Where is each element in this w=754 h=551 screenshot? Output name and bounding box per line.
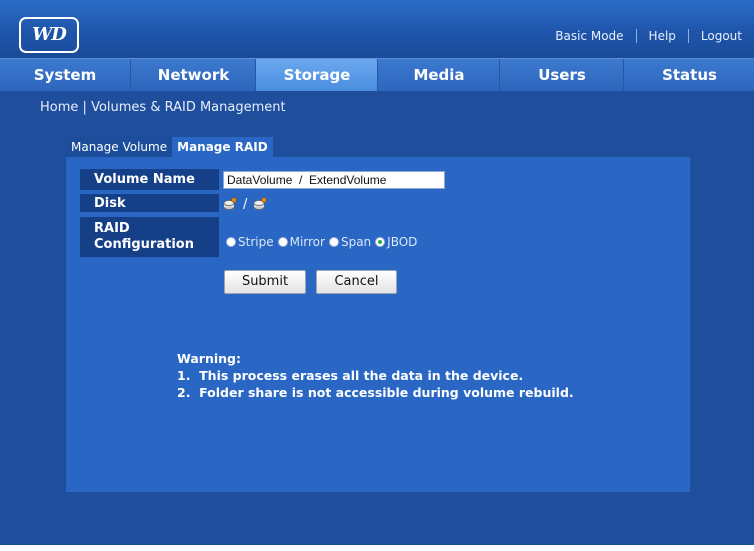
radio-label: JBOD <box>387 235 418 249</box>
raid-configuration-label-cell: RAID Configuration <box>80 217 219 257</box>
raid-configuration-label: RAID Configuration <box>94 221 194 253</box>
raid-option-mirror[interactable]: Mirror <box>277 235 325 249</box>
nav-media[interactable]: Media <box>377 59 500 91</box>
submit-button[interactable]: Submit <box>224 270 306 294</box>
volume-name-field[interactable] <box>223 171 445 189</box>
manage-raid-panel: Volume Name Disk / <box>66 157 690 492</box>
main-nav: System Network Storage Media Users Statu… <box>0 58 754 91</box>
radio-button[interactable] <box>277 237 288 247</box>
radio-button[interactable] <box>328 237 339 247</box>
raid-options: Stripe Mirror Span JBOD <box>226 235 421 249</box>
header-bar: WD Basic Mode Help Logout <box>0 0 754 58</box>
cancel-button[interactable]: Cancel <box>316 270 397 294</box>
breadcrumb-current[interactable]: Volumes & RAID Management <box>91 100 286 115</box>
help-link[interactable]: Help <box>635 29 688 43</box>
disk-label-cell: Disk <box>80 194 219 212</box>
radio-button-selected[interactable] <box>375 237 386 247</box>
disk-label: Disk <box>94 196 126 211</box>
warning-line-1: 1. This process erases all the data in t… <box>177 368 524 383</box>
logout-link[interactable]: Logout <box>687 29 754 43</box>
app-window: WD Basic Mode Help Logout System Network… <box>0 0 754 551</box>
raid-option-stripe[interactable]: Stripe <box>226 235 274 249</box>
top-links: Basic Mode Help Logout <box>543 25 754 47</box>
warning-line-2: 2. Folder share is not accessible during… <box>177 385 574 400</box>
raid-option-span[interactable]: Span <box>328 235 372 249</box>
breadcrumb-home[interactable]: Home <box>40 100 78 115</box>
nav-system[interactable]: System <box>0 59 130 91</box>
radio-label: Span <box>340 235 372 249</box>
breadcrumb: Home | Volumes & RAID Management <box>40 100 286 115</box>
tab-manage-volume[interactable]: Manage Volume <box>66 137 173 157</box>
volume-name-label: Volume Name <box>94 172 195 187</box>
disk-icon[interactable] <box>223 197 237 211</box>
volume-name-label-cell: Volume Name <box>80 169 219 190</box>
basic-mode-link[interactable]: Basic Mode <box>543 29 635 43</box>
disk-selector: / <box>223 195 268 213</box>
radio-button[interactable] <box>226 237 236 247</box>
warning-title: Warning: <box>177 351 241 366</box>
nav-storage[interactable]: Storage <box>255 59 378 91</box>
tab-bar: Manage Volume Manage RAID <box>66 137 273 157</box>
tab-manage-raid[interactable]: Manage RAID <box>172 137 273 157</box>
raid-label-line1: RAID <box>94 221 130 236</box>
page-bottom-edge <box>0 545 754 551</box>
disk-icon[interactable] <box>253 197 268 211</box>
disk-separator: / <box>243 196 248 212</box>
raid-label-line2: Configuration <box>94 237 194 252</box>
nav-status[interactable]: Status <box>623 59 754 91</box>
wd-logo: WD <box>19 17 79 53</box>
radio-label: Mirror <box>289 235 325 249</box>
radio-label: Stripe <box>238 235 274 249</box>
raid-option-jbod[interactable]: JBOD <box>375 235 417 249</box>
breadcrumb-separator: | <box>82 100 87 115</box>
nav-users[interactable]: Users <box>499 59 624 91</box>
warning-box: Warning: 1. This process erases all the … <box>177 350 574 401</box>
nav-network[interactable]: Network <box>130 59 256 91</box>
